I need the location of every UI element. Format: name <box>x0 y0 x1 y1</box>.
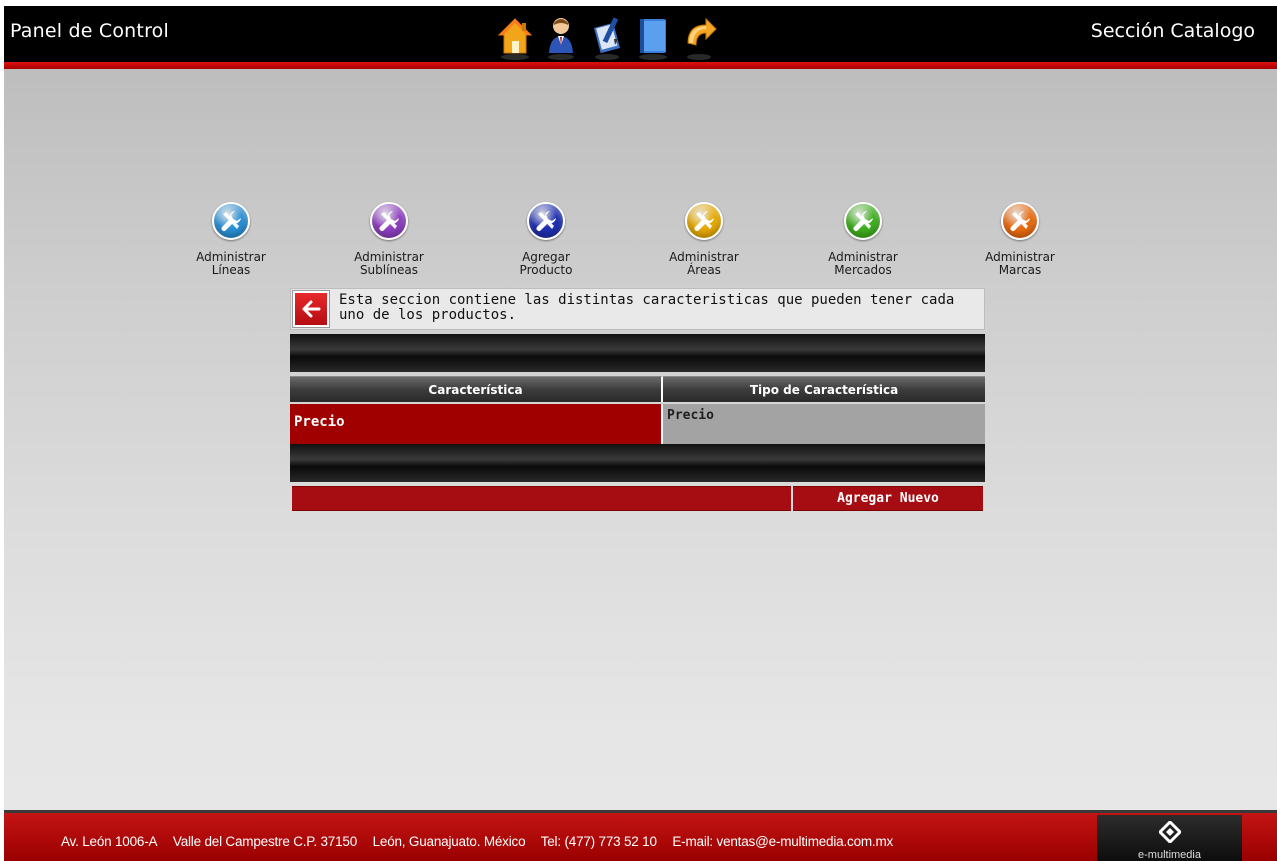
wrench-icon <box>212 202 250 240</box>
info-panel: Esta seccion contiene las distintas cara… <box>290 288 985 330</box>
category-button[interactable]: Administrar Líneas <box>176 202 286 277</box>
cell-tipo: Precio <box>663 404 985 444</box>
info-text: Esta seccion contiene las distintas cara… <box>339 292 955 323</box>
category-label-line2: Marcas <box>998 263 1042 277</box>
footer: Av. León 1006-A Valle del Campestre C.P.… <box>4 813 1277 861</box>
add-new-button[interactable]: Agregar Nuevo <box>793 486 983 511</box>
category-label-line2: Sublíneas <box>359 263 419 277</box>
wrench-icon <box>1001 202 1039 240</box>
top-bar: Panel de Control Sección Catalogo <box>4 6 1277 62</box>
footer-city: León, Guanajuato. México <box>372 834 526 849</box>
back-button[interactable] <box>293 291 329 327</box>
column-header-caracteristica[interactable]: Característica <box>290 376 663 402</box>
app-title: Panel de Control <box>10 20 169 42</box>
category-label: Agregar Producto <box>491 251 601 277</box>
brand-logo[interactable]: e-multimedia <box>1097 815 1242 861</box>
wrench-icon <box>685 202 723 240</box>
top-nav-icons <box>496 13 718 61</box>
footer-address: Av. León 1006-A <box>61 834 158 849</box>
back-arrow-icon <box>302 300 321 318</box>
pencil-book-icon[interactable] <box>588 13 626 61</box>
brand-mark-icon <box>1159 821 1181 843</box>
characteristics-table: Característica Tipo de Característica Pr… <box>290 376 985 444</box>
column-header-tipo[interactable]: Tipo de Característica <box>663 376 985 402</box>
category-label-line2: Áreas <box>687 263 721 277</box>
page-frame: Panel de Control Sección Catalogo Admini… <box>4 6 1277 861</box>
category-label: Administrar Marcas <box>965 251 1075 277</box>
wrench-icon <box>370 202 408 240</box>
header-divider <box>4 62 1277 69</box>
category-button[interactable]: Administrar Sublíneas <box>334 202 444 277</box>
footer-colony: Valle del Campestre C.P. 37150 <box>172 834 358 849</box>
refresh-arrow-icon[interactable] <box>680 13 718 61</box>
wrench-icon <box>844 202 882 240</box>
category-label-line2: Producto <box>519 263 573 277</box>
category-label: Administrar Líneas <box>176 251 286 277</box>
table-bottom-band <box>290 444 985 482</box>
notebook-icon[interactable] <box>634 13 672 61</box>
category-button[interactable]: Administrar Marcas <box>965 202 1075 277</box>
category-label: Administrar Áreas <box>649 251 759 277</box>
table-top-band <box>290 334 985 372</box>
section-title: Sección Catalogo <box>1090 20 1255 42</box>
table-row[interactable]: Precio Precio <box>290 404 985 444</box>
action-bar: Agregar Nuevo <box>292 486 983 511</box>
cell-caracteristica[interactable]: Precio <box>290 404 663 444</box>
table-header: Característica Tipo de Característica <box>290 376 985 402</box>
category-label-line2: Líneas <box>211 263 251 277</box>
footer-phone: Tel: (477) 773 52 10 <box>540 834 657 849</box>
category-label: Administrar Sublíneas <box>334 251 444 277</box>
category-label: Administrar Mercados <box>808 251 918 277</box>
footer-contact: Av. León 1006-A Valle del Campestre C.P.… <box>61 834 905 849</box>
home-icon[interactable] <box>496 13 534 61</box>
category-button[interactable]: Administrar Áreas <box>649 202 759 277</box>
wrench-icon <box>527 202 565 240</box>
category-label-line2: Mercados <box>834 263 892 277</box>
user-icon[interactable] <box>542 13 580 61</box>
category-button[interactable]: Administrar Mercados <box>808 202 918 277</box>
category-button[interactable]: Agregar Producto <box>491 202 601 277</box>
action-bar-spacer <box>292 486 791 511</box>
footer-email[interactable]: E-mail: ventas@e-multimedia.com.mx <box>672 834 893 849</box>
brand-name: e-multimedia <box>1138 849 1201 861</box>
